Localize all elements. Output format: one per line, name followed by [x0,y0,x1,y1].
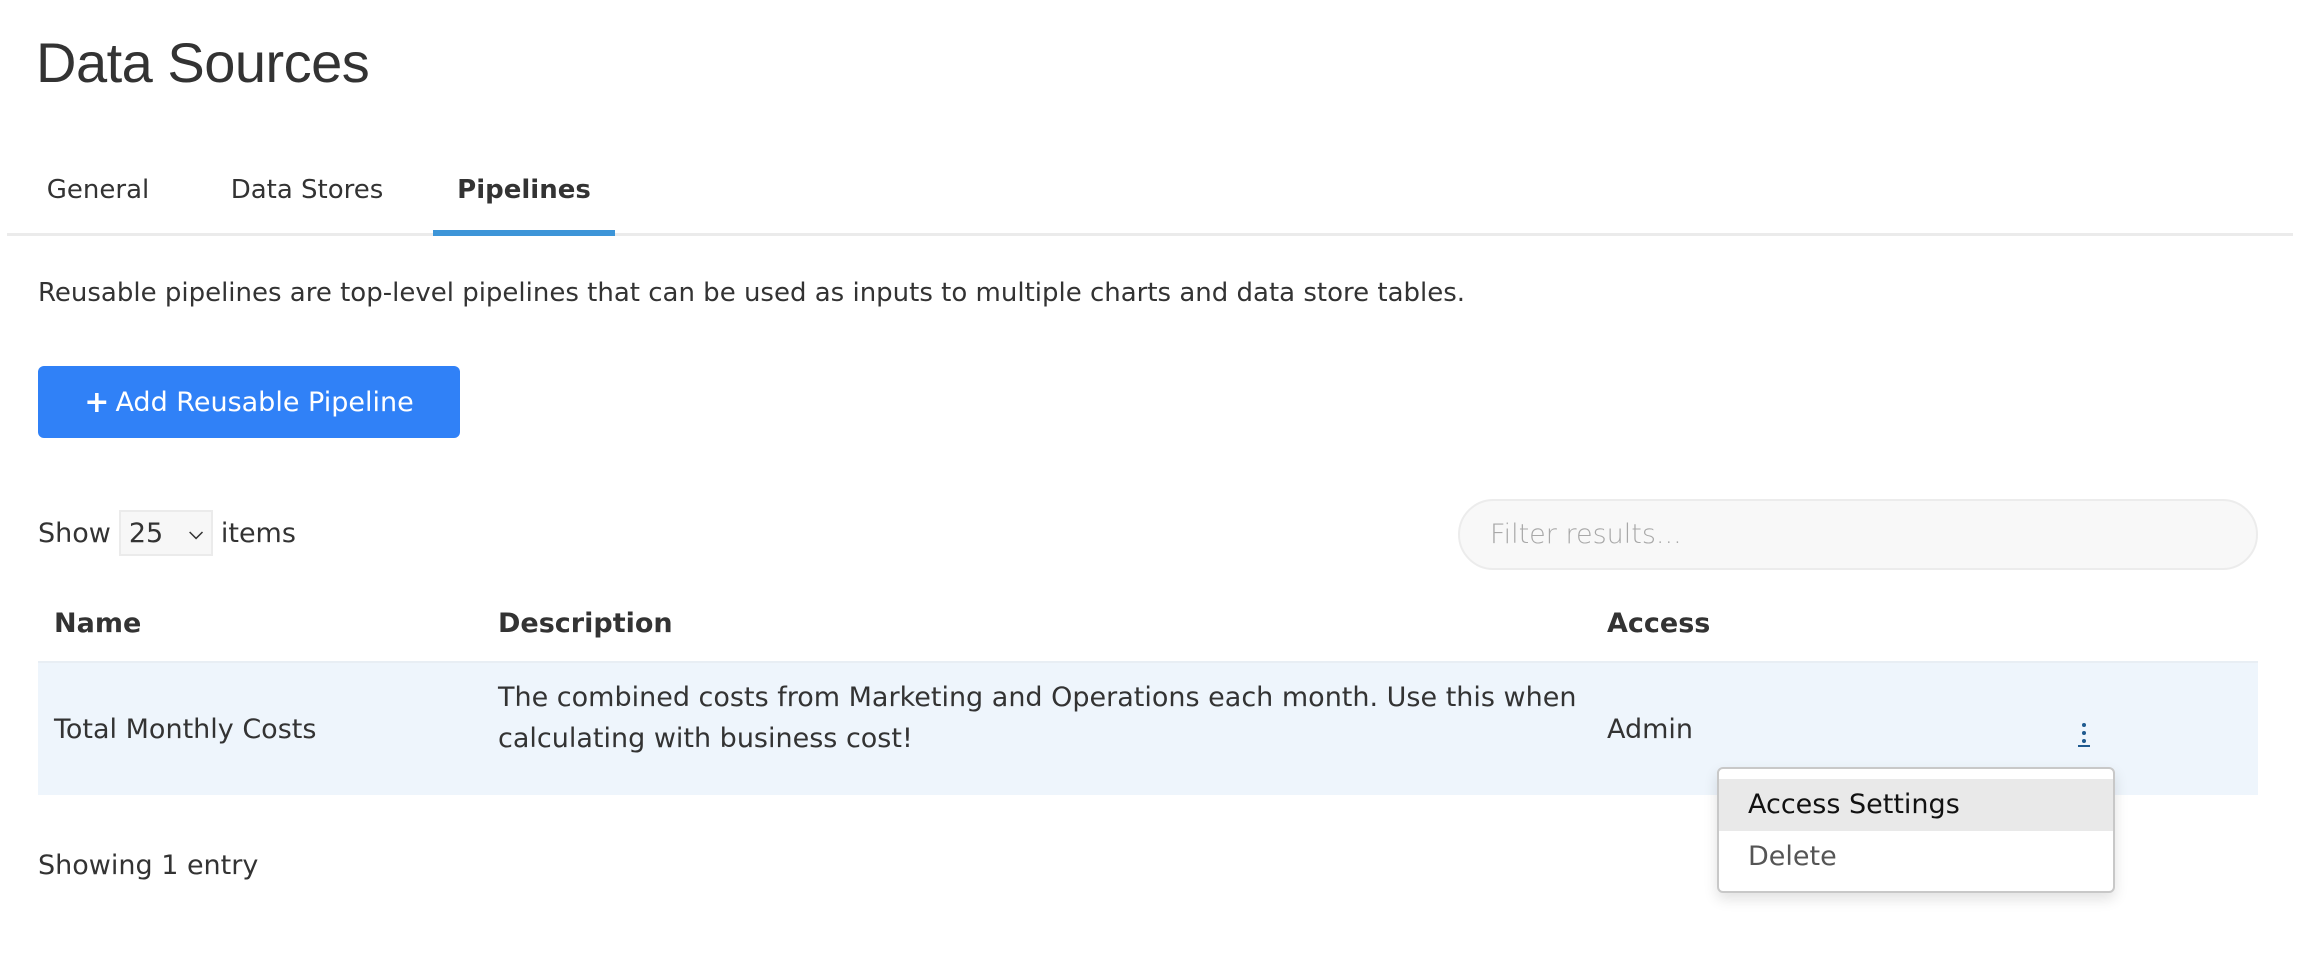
pipeline-description: The combined costs from Marketing and Op… [498,682,1577,754]
tab-bar: General Data Stores Pipelines [7,150,2293,236]
kebab-dot [2082,739,2086,743]
entry-count: Showing 1 entry [38,850,259,881]
page-size-value: 25 [128,517,164,549]
tab-pipelines[interactable]: Pipelines [433,150,615,236]
page-title: Data Sources [36,31,370,94]
pipeline-name: Total Monthly Costs [54,713,317,745]
column-header-description[interactable]: Description [498,608,673,639]
kebab-dot [2082,723,2086,727]
row-actions-menu: Access Settings Delete [1717,767,2115,893]
menu-item-delete[interactable]: Delete [1719,831,2113,883]
column-header-access[interactable]: Access [1607,608,1710,639]
column-header-name[interactable]: Name [54,608,141,639]
menu-item-access-settings[interactable]: Access Settings [1719,779,2113,831]
tab-general[interactable]: General [33,150,163,233]
pipeline-access: Admin [1607,713,1694,745]
show-label: Show [38,517,111,549]
pipelines-description: Reusable pipelines are top-level pipelin… [38,278,1466,308]
chevron-down-icon: ⌵ [189,522,203,544]
filter-results-input[interactable] [1458,499,2258,570]
kebab-underline [2078,745,2090,747]
page-size-control: Show 25 ⌵ items [38,508,296,558]
kebab-dot [2082,731,2086,735]
add-reusable-pipeline-button[interactable]: + Add Reusable Pipeline [38,366,460,438]
tab-data-stores[interactable]: Data Stores [215,150,399,233]
add-reusable-pipeline-label: Add Reusable Pipeline [115,386,414,418]
plus-icon: + [84,384,110,420]
items-label: items [220,517,296,549]
page-size-select[interactable]: 25 ⌵ [118,510,213,556]
kebab-menu-icon[interactable] [2072,719,2096,749]
